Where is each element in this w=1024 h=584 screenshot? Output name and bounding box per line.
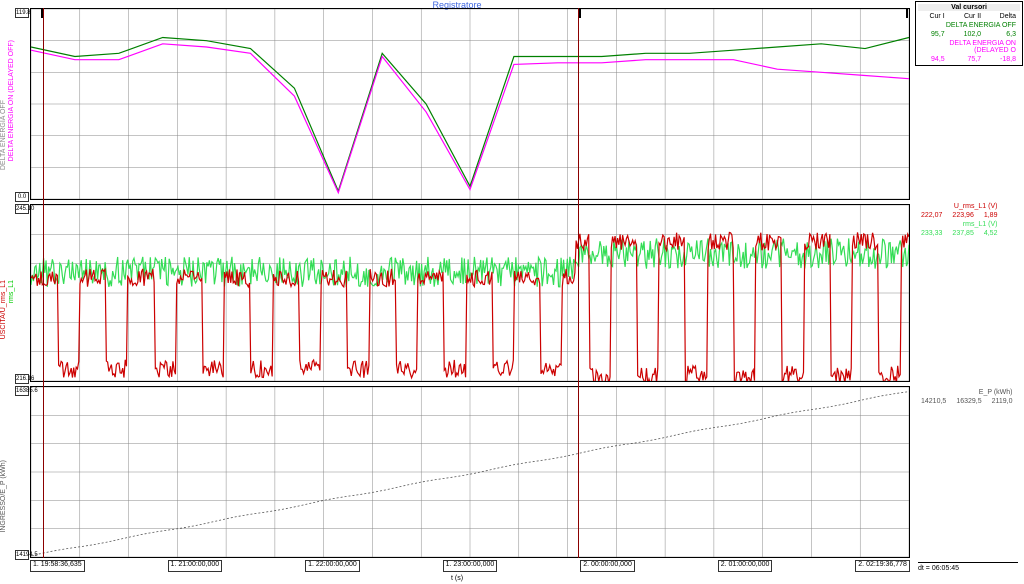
xtick: 1. 22:00:00,000 <box>305 560 360 572</box>
series-name: DELTA ENERGIA OFF <box>918 22 1020 29</box>
ytick-p3-top: 16385.6 <box>15 386 29 396</box>
chart-area: Registratore DELTA ENERGIA OFF DELTA ENE… <box>0 0 914 584</box>
xtick: 2. 02:19:36,778 <box>855 560 910 572</box>
val: 1,89 <box>980 212 1002 219</box>
cursor-II[interactable] <box>578 8 579 558</box>
val: 94,5 <box>918 56 949 63</box>
panel-energy-delta[interactable] <box>30 8 910 200</box>
col-delta: Delta <box>987 13 1020 20</box>
val: 16329,5 <box>952 398 985 405</box>
panel-voltage[interactable] <box>30 204 910 382</box>
xtick: 1. 21:00:00,000 <box>168 560 223 572</box>
cursor-table-header: Val cursori <box>918 4 1020 11</box>
ytick-p3-bot: 14194.5 <box>15 550 29 560</box>
ytick-p2-top: 245.10 <box>15 204 29 214</box>
cursor-value-panel: Val cursori Cur I Cur II Delta DELTA ENE… <box>914 0 1024 584</box>
cursor-end-marker[interactable] <box>906 8 908 18</box>
val: 223,96 <box>948 212 977 219</box>
val: 6,3 <box>987 31 1020 38</box>
val: -18,8 <box>987 56 1020 63</box>
x-axis-label: t (s) <box>451 575 463 582</box>
val: 222,07 <box>917 212 946 219</box>
xtick: 1. 19:58:36,635 <box>30 560 85 572</box>
ylabel-urms: USCITA/U_rms_L1 <box>0 280 7 339</box>
cursor-table-p3: E_P (kWh) 14210,5 16329,5 2119,0 <box>915 387 1019 407</box>
cursor-II-marker[interactable] <box>579 8 581 18</box>
val: 95,7 <box>918 31 949 38</box>
val: 233,33 <box>917 230 946 237</box>
val: 4,52 <box>980 230 1002 237</box>
panel-energy-total[interactable] <box>30 386 910 558</box>
series-name: DELTA ENERGIA ON (DELAYED O <box>918 40 1020 54</box>
dt-readout: dt = 06:05:45 <box>918 562 1018 572</box>
val: 237,85 <box>948 230 977 237</box>
val: 75,7 <box>951 56 985 63</box>
xtick: 1. 23:00:00,000 <box>443 560 498 572</box>
x-axis: 1. 19:58:36,635 1. 21:00:00,000 1. 22:00… <box>30 560 910 572</box>
grid <box>31 387 909 557</box>
ytick-p2-bot: 216.16 <box>15 374 29 384</box>
ytick-p1-bot: 0.0 <box>15 192 29 202</box>
ylabel-delta-on: DELTA ENERGIA ON (DELAYED OFF) <box>8 40 15 161</box>
val: 14210,5 <box>917 398 950 405</box>
xtick: 2. 00:00:00,000 <box>580 560 635 572</box>
xtick: 2. 01:00:00,000 <box>718 560 773 572</box>
cursor-table-p1: Val cursori Cur I Cur II Delta DELTA ENE… <box>915 1 1023 66</box>
grid <box>31 205 909 381</box>
cursor-I-marker[interactable] <box>41 8 43 18</box>
series-name: E_P (kWh) <box>917 389 1017 396</box>
col-cur2: Cur II <box>951 13 985 20</box>
val: 2119,0 <box>988 398 1017 405</box>
cursor-table-p2: U_rms_L1 (V) 222,07 223,96 1,89 rms_L1 (… <box>915 201 1003 239</box>
col-cur1: Cur I <box>918 13 949 20</box>
ylabel-rms: rms_L1 <box>8 280 15 303</box>
ylabel-delta-off: DELTA ENERGIA OFF <box>0 100 7 170</box>
series-name: rms_L1 (V) <box>917 221 1001 228</box>
ytick-p1-top: 119.8 <box>15 8 29 18</box>
ylabel-ep: INGRESSO/E_P (kWh) <box>0 460 7 533</box>
cursor-I[interactable] <box>43 8 44 558</box>
series-name: U_rms_L1 (V) <box>917 203 1001 210</box>
val: 102,0 <box>951 31 985 38</box>
